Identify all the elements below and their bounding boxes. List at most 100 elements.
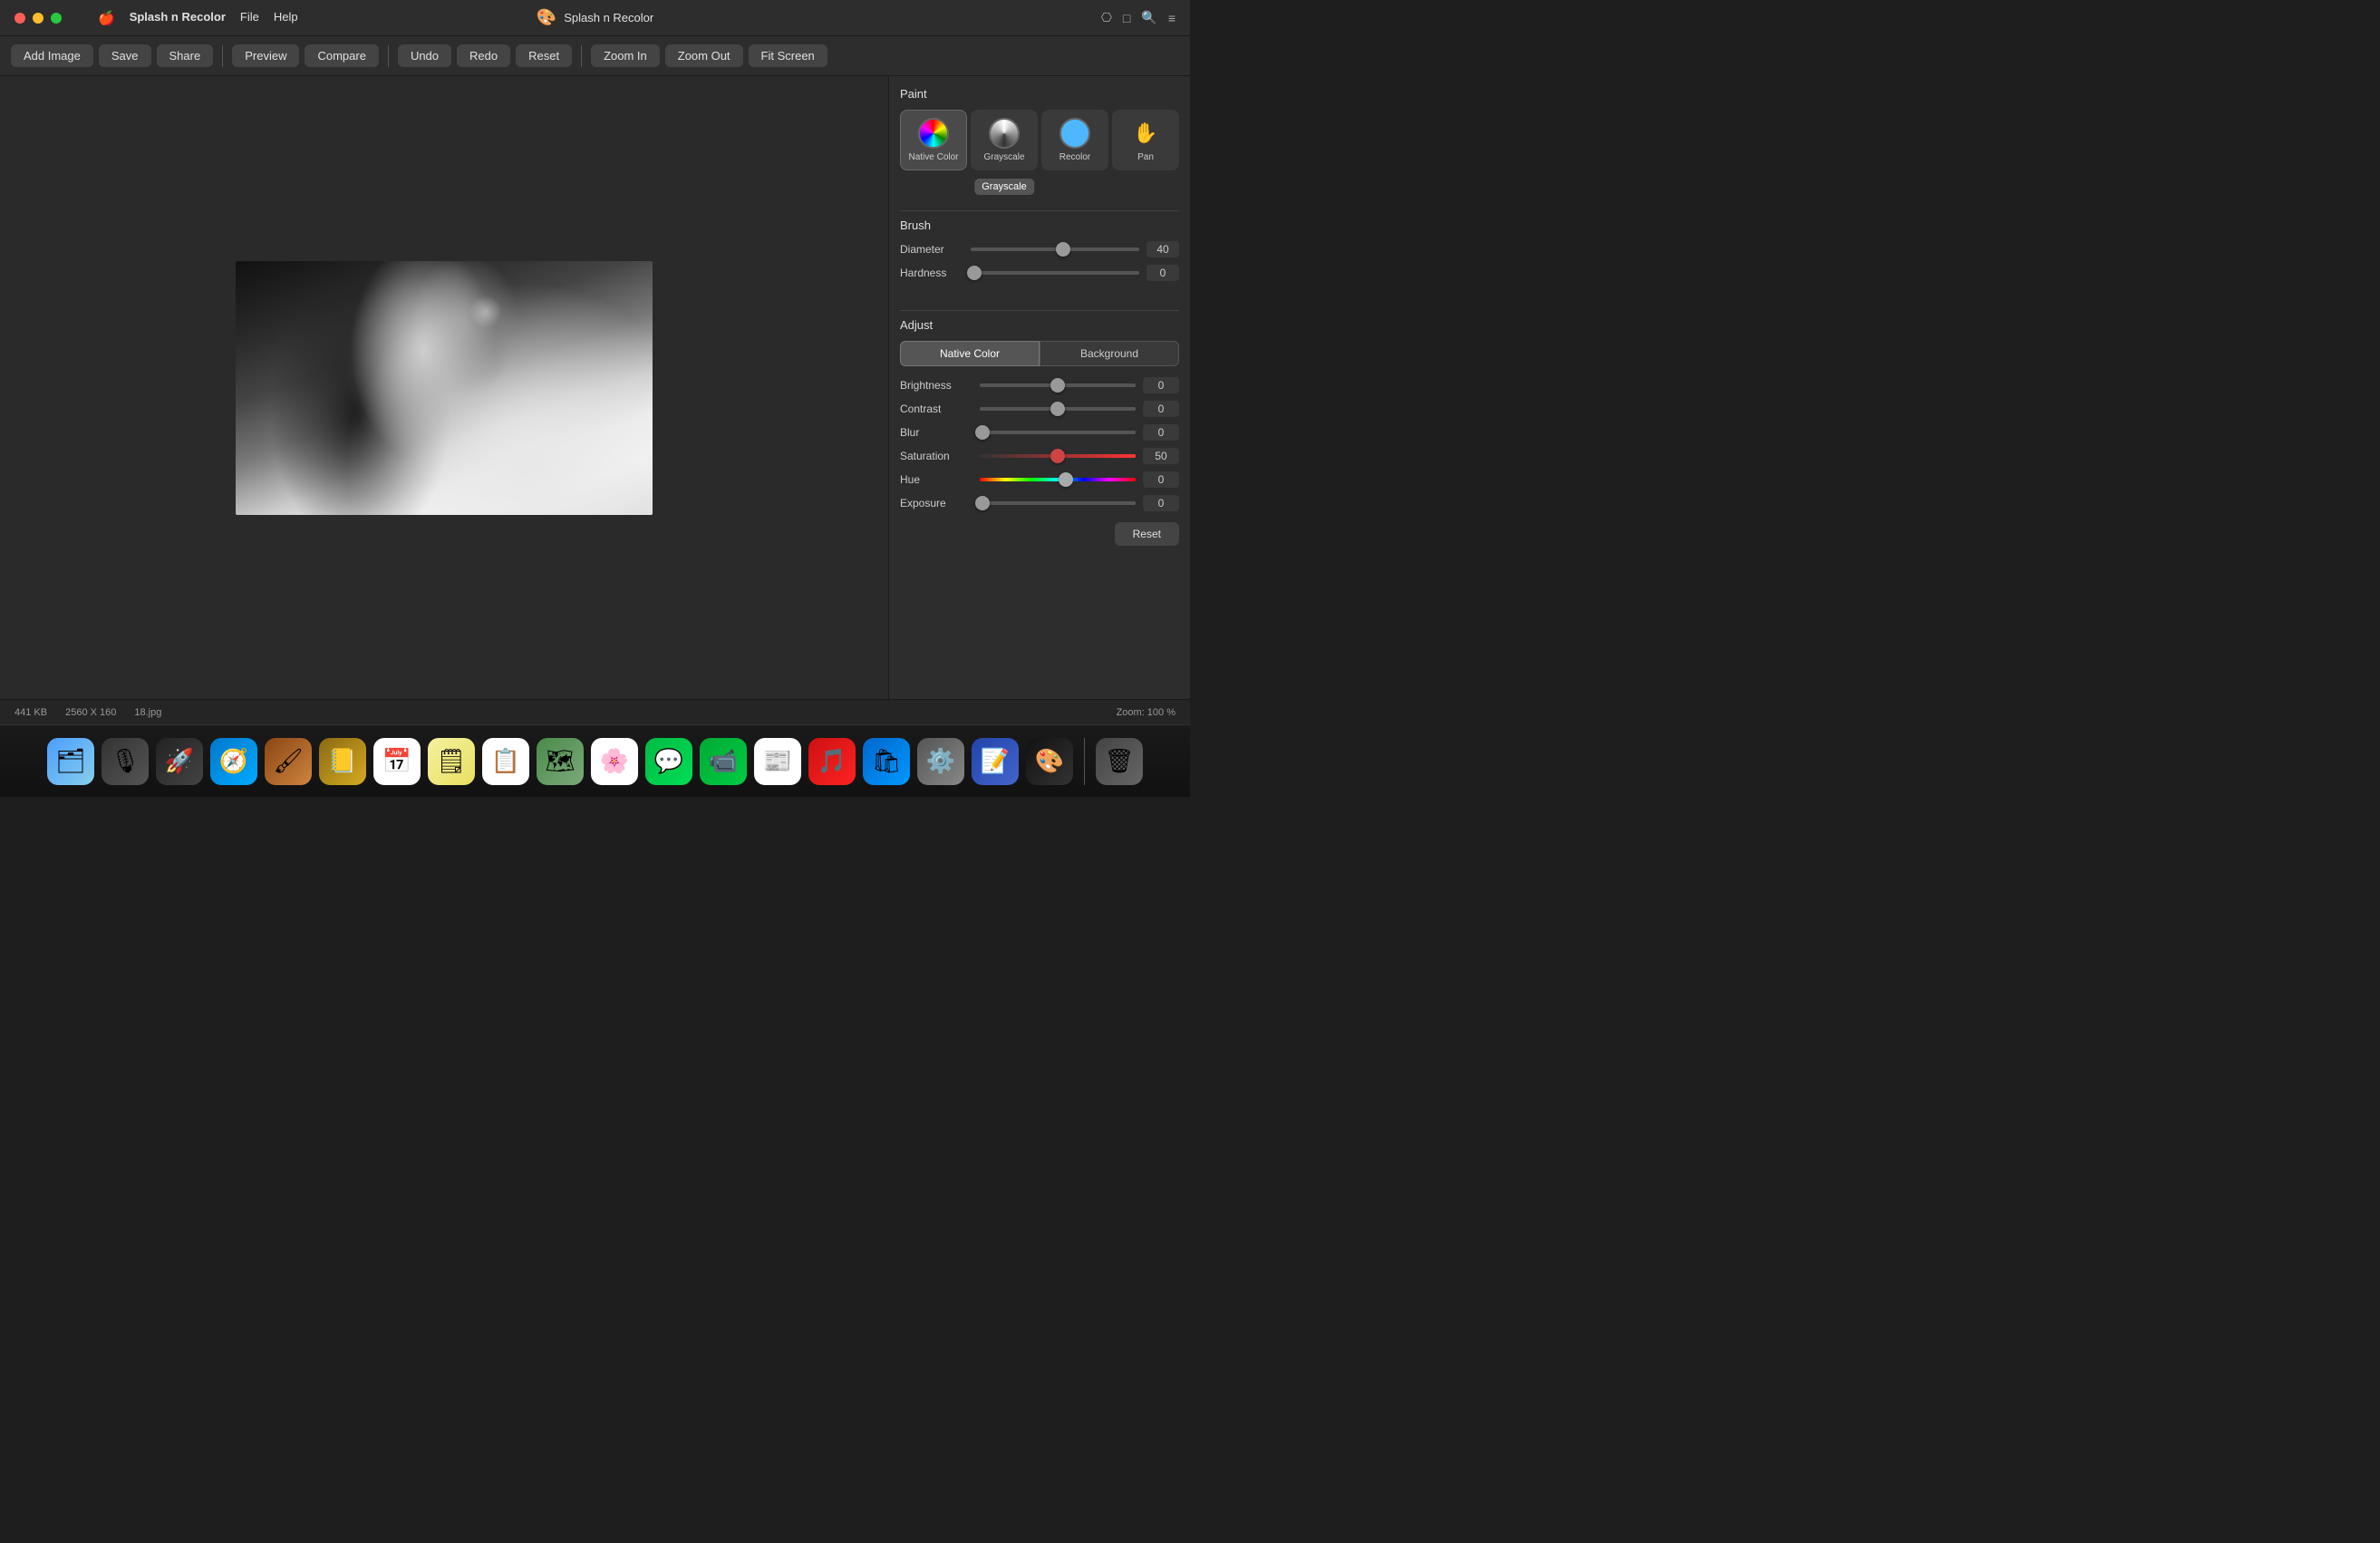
contrast-slider[interactable]: [980, 407, 1136, 411]
dock-splash-recolor[interactable]: 🎨: [1026, 738, 1073, 785]
search-icon[interactable]: 🔍: [1141, 10, 1156, 25]
zoom-in-button[interactable]: Zoom In: [591, 44, 660, 67]
save-button[interactable]: Save: [99, 44, 151, 67]
diameter-row: Diameter 40: [900, 241, 1179, 257]
help-menu[interactable]: Help: [274, 10, 298, 26]
file-size: 441 KB: [15, 707, 47, 718]
tab-background[interactable]: Background: [1040, 341, 1179, 366]
recolor-tool[interactable]: Recolor: [1041, 110, 1108, 170]
reset-button[interactable]: Reset: [516, 44, 572, 67]
minimize-button[interactable]: [33, 13, 44, 24]
add-image-button[interactable]: Add Image: [11, 44, 93, 67]
display-icon[interactable]: □: [1123, 11, 1130, 25]
diameter-slider[interactable]: [971, 247, 1139, 251]
share-button[interactable]: Share: [157, 44, 214, 67]
toolbar: Add Image Save Share Preview Compare Und…: [0, 36, 1190, 76]
diameter-thumb[interactable]: [1056, 242, 1070, 257]
hardness-thumb[interactable]: [967, 266, 982, 280]
blur-label: Blur: [900, 426, 972, 439]
grayscale-tool[interactable]: Grayscale Grayscale: [971, 110, 1038, 170]
dimensions: 2560 X 160: [65, 707, 116, 718]
main-layout: Paint Native Color Grayscale Grayscale R…: [0, 76, 1190, 699]
app-name-menu[interactable]: Splash n Recolor: [130, 10, 226, 26]
divider-2: [900, 310, 1179, 311]
dock-safari[interactable]: 🧭: [210, 738, 257, 785]
brightness-label: Brightness: [900, 379, 972, 392]
dock-appstore[interactable]: 🛍: [863, 738, 910, 785]
brush-section: Brush Diameter 40 Hardness 0: [900, 218, 1179, 288]
saturation-slider[interactable]: [980, 454, 1136, 458]
brush-section-title: Brush: [900, 218, 1179, 232]
redo-button[interactable]: Redo: [457, 44, 510, 67]
photo-image: [236, 261, 653, 515]
zoom-out-button[interactable]: Zoom Out: [665, 44, 743, 67]
saturation-thumb[interactable]: [1050, 449, 1065, 463]
hardness-value: 0: [1146, 265, 1179, 281]
exposure-row: Exposure 0: [900, 495, 1179, 511]
blur-slider[interactable]: [980, 431, 1136, 434]
adjust-reset-button[interactable]: Reset: [1115, 522, 1179, 546]
hue-thumb[interactable]: [1059, 472, 1073, 487]
dock-siri[interactable]: 🎙: [102, 738, 149, 785]
hardness-slider[interactable]: [971, 271, 1139, 275]
dock-calendar[interactable]: 📅: [373, 738, 421, 785]
dock-contacts[interactable]: 📒: [319, 738, 366, 785]
dock-sysprefs[interactable]: ⚙️: [917, 738, 964, 785]
pan-tool[interactable]: ✋ Pan: [1112, 110, 1179, 170]
contrast-row: Contrast 0: [900, 401, 1179, 417]
exposure-label: Exposure: [900, 497, 972, 509]
filename: 18.jpg: [134, 707, 161, 718]
canvas-area[interactable]: [0, 76, 888, 699]
separator-3: [581, 45, 582, 67]
dock-maps[interactable]: 🗺: [537, 738, 584, 785]
dock-finder[interactable]: 🗂: [47, 738, 94, 785]
maximize-button[interactable]: [51, 13, 62, 24]
airplay-icon[interactable]: ⎔: [1101, 10, 1112, 25]
grayscale-label: Grayscale: [983, 152, 1024, 162]
apple-menu[interactable]: 🍎: [98, 10, 115, 26]
menu-icon[interactable]: ≡: [1168, 11, 1175, 25]
dock-facetime[interactable]: 📹: [700, 738, 747, 785]
adjust-section: Adjust Native Color Background Brightnes…: [900, 318, 1179, 546]
exposure-slider[interactable]: [980, 501, 1136, 505]
saturation-label: Saturation: [900, 450, 972, 462]
blur-value: 0: [1143, 424, 1179, 441]
brightness-value: 0: [1143, 377, 1179, 393]
right-panel: Paint Native Color Grayscale Grayscale R…: [888, 76, 1190, 699]
paint-tools: Native Color Grayscale Grayscale Recolor…: [900, 110, 1179, 170]
adjust-section-title: Adjust: [900, 318, 1179, 332]
dock-pixelmator[interactable]: 🖌: [265, 738, 312, 785]
saturation-row: Saturation 50: [900, 448, 1179, 464]
dock-notes[interactable]: 🗒: [428, 738, 475, 785]
contrast-value: 0: [1143, 401, 1179, 417]
compare-button[interactable]: Compare: [305, 44, 378, 67]
hue-slider[interactable]: [980, 478, 1136, 481]
fit-screen-button[interactable]: Fit Screen: [749, 44, 827, 67]
blur-thumb[interactable]: [975, 425, 990, 440]
diameter-label: Diameter: [900, 243, 963, 256]
dock-trash[interactable]: 🗑: [1096, 738, 1143, 785]
brightness-slider[interactable]: [980, 383, 1136, 387]
titlebar-controls: ⎔ □ 🔍 ≡: [1101, 10, 1175, 25]
dock-messages[interactable]: 💬: [645, 738, 692, 785]
dock-rocket[interactable]: 🚀: [156, 738, 203, 785]
dock-news[interactable]: 📰: [754, 738, 801, 785]
saturation-value: 50: [1143, 448, 1179, 464]
recolor-icon: [1059, 118, 1090, 149]
contrast-thumb[interactable]: [1050, 402, 1065, 416]
file-menu[interactable]: File: [240, 10, 259, 26]
exposure-thumb[interactable]: [975, 496, 990, 510]
preview-button[interactable]: Preview: [232, 44, 299, 67]
dock-reminders[interactable]: 📋: [482, 738, 529, 785]
close-button[interactable]: [15, 13, 25, 24]
tab-native-color[interactable]: Native Color: [900, 341, 1040, 366]
brightness-thumb[interactable]: [1050, 378, 1065, 393]
photo-canvas: [236, 261, 653, 515]
native-color-tool[interactable]: Native Color: [900, 110, 967, 170]
undo-button[interactable]: Undo: [398, 44, 451, 67]
dock-music[interactable]: 🎵: [808, 738, 856, 785]
recolor-label: Recolor: [1059, 152, 1090, 162]
grayscale-icon: [989, 118, 1020, 149]
dock-alternote[interactable]: 📝: [972, 738, 1019, 785]
dock-photos[interactable]: 🌸: [591, 738, 638, 785]
